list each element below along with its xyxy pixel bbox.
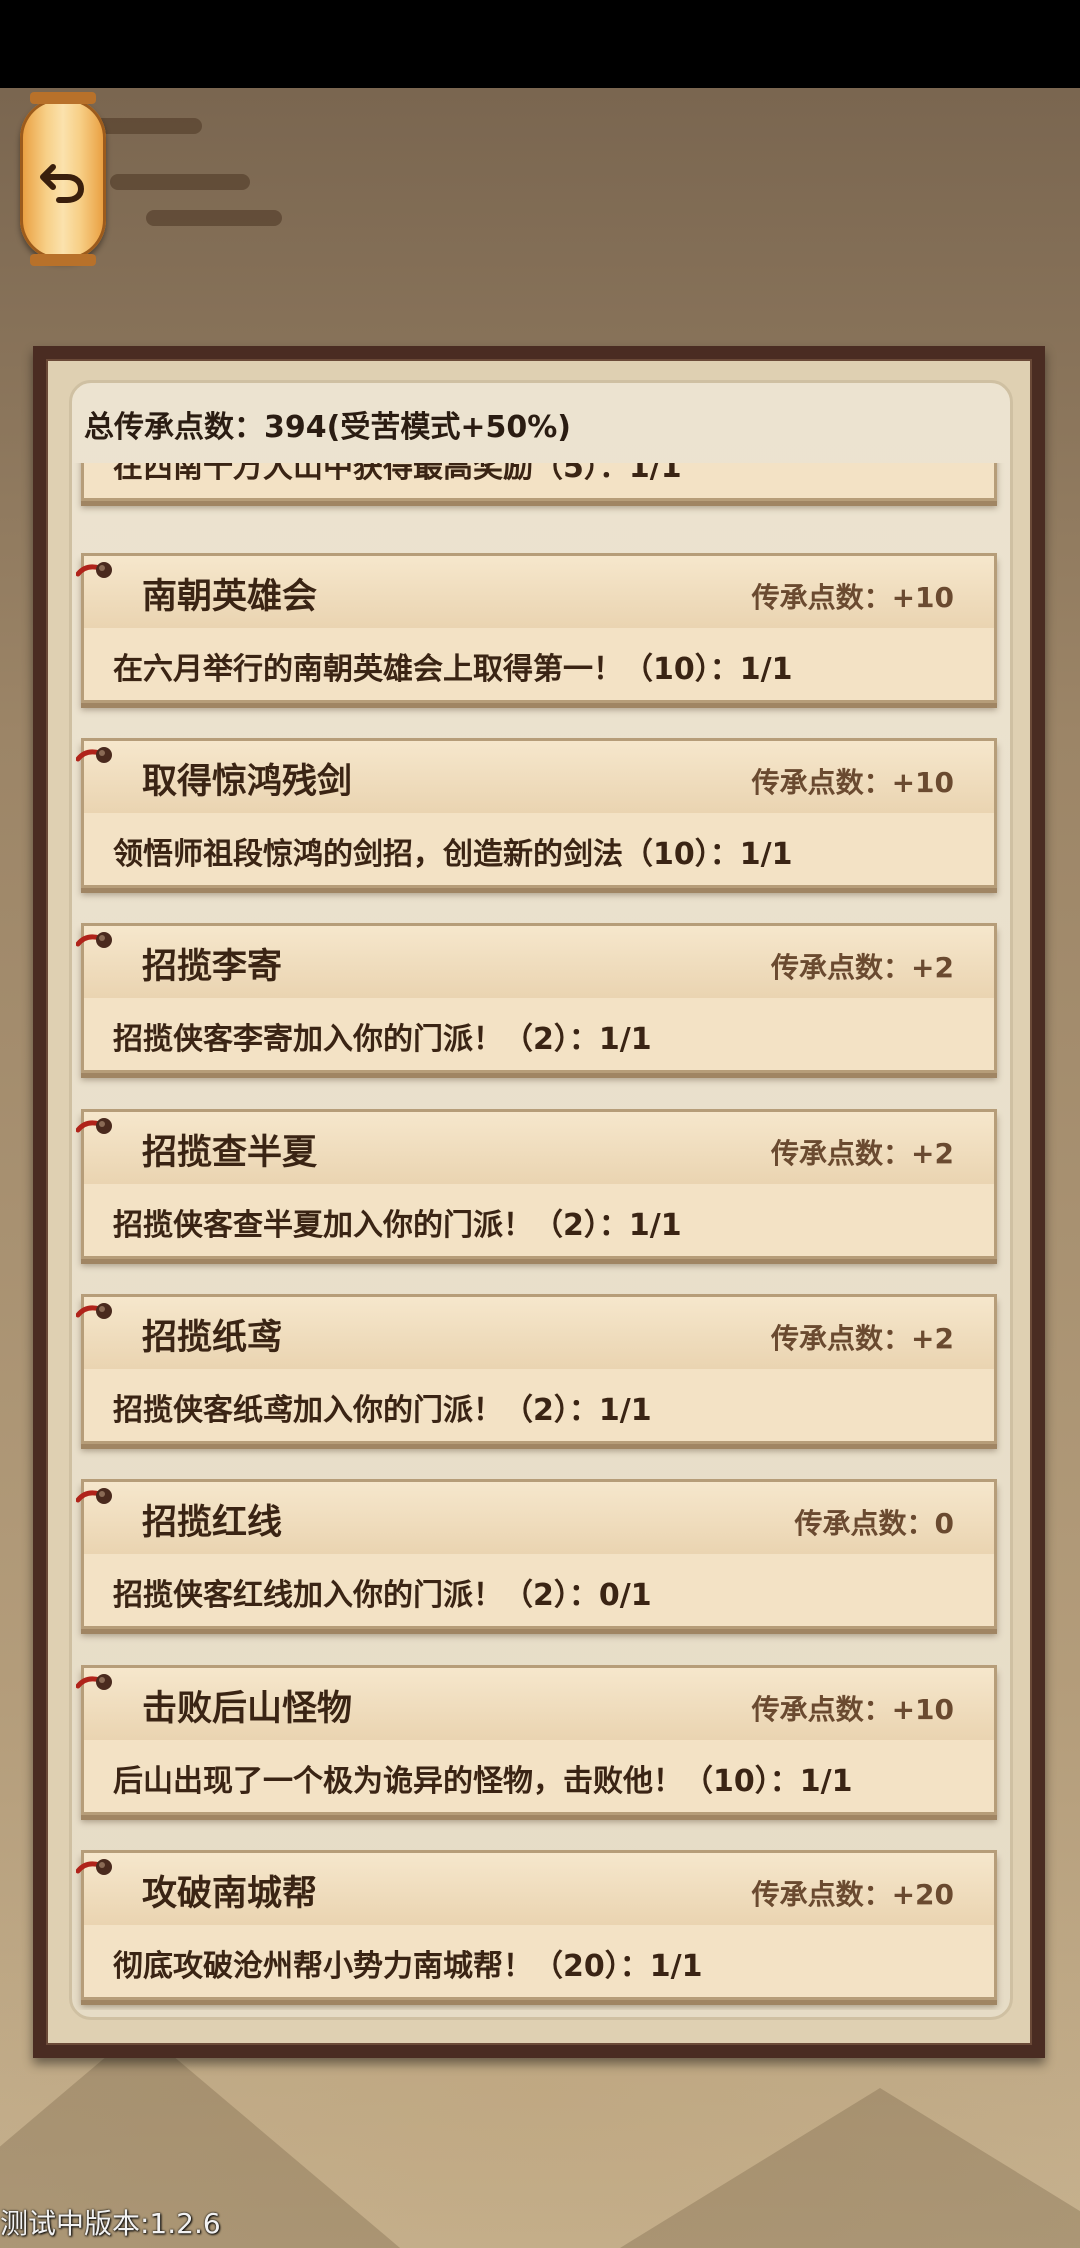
achievement-title: 招揽纸鸢 bbox=[142, 1318, 283, 1358]
achievement-card: 招揽纸鸢 传承点数：+2 招揽侠客纸鸢加入你的门派！（2）：1/1 bbox=[76, 1294, 997, 1444]
achievement-points: 传承点数：+10 bbox=[751, 1693, 954, 1726]
achievement-desc: 彻底攻破沧州帮小势力南城帮！（20）：1/1 bbox=[113, 1949, 703, 1984]
ribbon-pin-icon bbox=[76, 932, 112, 948]
achievement-card: 招揽查半夏 传承点数：+2 招揽侠客查半夏加入你的门派！（2）：1/1 bbox=[76, 1109, 997, 1259]
achievement-card: 取得惊鸿残剑 传承点数：+10 领悟师祖段惊鸿的剑招，创造新的剑法（10）：1/… bbox=[76, 738, 997, 888]
achievement-desc: 后山出现了一个极为诡异的怪物，击败他！（10）：1/1 bbox=[113, 1764, 853, 1799]
achievement-card: 在西南十万大山中获得最高奖励（5）：1/1 bbox=[81, 463, 997, 501]
back-button[interactable] bbox=[20, 92, 106, 266]
achievement-card: 攻破南城帮 传承点数：+20 彻底攻破沧州帮小势力南城帮！（20）：1/1 bbox=[76, 1850, 997, 2000]
ribbon-pin-icon bbox=[76, 1303, 112, 1319]
back-button-cap bbox=[30, 254, 96, 266]
achievement-title: 南朝英雄会 bbox=[142, 577, 318, 617]
ribbon-pin-icon bbox=[76, 1488, 112, 1504]
cloud-decoration bbox=[110, 174, 250, 190]
back-button-cap bbox=[30, 92, 96, 104]
achievement-card: 招揽红线 传承点数：0 招揽侠客红线加入你的门派！（2）：0/1 bbox=[76, 1479, 997, 1629]
ribbon-pin-icon bbox=[76, 1859, 112, 1875]
achievement-desc: 在六月举行的南朝英雄会上取得第一！（10）：1/1 bbox=[113, 652, 793, 687]
version-label: 测试中版本:1.2.6 bbox=[0, 2207, 221, 2240]
ribbon-pin-icon bbox=[76, 1118, 112, 1134]
mountain-decoration bbox=[620, 2088, 1080, 2248]
achievement-title: 击败后山怪物 bbox=[142, 1689, 353, 1729]
achievement-points: 传承点数：+2 bbox=[771, 951, 954, 984]
achievement-points: 传承点数：+10 bbox=[751, 766, 954, 799]
achievement-desc: 招揽侠客李寄加入你的门派！（2）：1/1 bbox=[113, 1022, 652, 1057]
achievement-points: 传承点数：+2 bbox=[771, 1137, 954, 1170]
ribbon-pin-icon bbox=[76, 747, 112, 763]
achievement-title: 招揽红线 bbox=[142, 1503, 283, 1543]
achievement-points: 传承点数：+2 bbox=[771, 1322, 954, 1355]
status-bar bbox=[0, 0, 1080, 88]
achievement-desc: 招揽侠客纸鸢加入你的门派！（2）：1/1 bbox=[113, 1393, 652, 1428]
achievement-card: 招揽李寄 传承点数：+2 招揽侠客李寄加入你的门派！（2）：1/1 bbox=[76, 923, 997, 1073]
achievement-desc: 在西南十万大山中获得最高奖励（5）：1/1 bbox=[113, 463, 682, 485]
achievement-title: 招揽查半夏 bbox=[142, 1133, 318, 1173]
ribbon-pin-icon bbox=[76, 1674, 112, 1690]
cloud-decoration bbox=[146, 210, 282, 226]
achievement-title: 取得惊鸿残剑 bbox=[142, 762, 353, 802]
achievement-card: 南朝英雄会 传承点数：+10 在六月举行的南朝英雄会上取得第一！（10）：1/1 bbox=[76, 553, 997, 703]
achievement-title: 招揽李寄 bbox=[142, 947, 283, 987]
achievement-desc: 招揽侠客查半夏加入你的门派！（2）：1/1 bbox=[113, 1208, 682, 1243]
total-points-label: 总传承点数：394(受苦模式+50%) bbox=[84, 410, 571, 445]
achievement-points: 传承点数：+20 bbox=[751, 1878, 954, 1911]
back-arrow-icon bbox=[35, 151, 91, 207]
achievement-card: 击败后山怪物 传承点数：+10 后山出现了一个极为诡异的怪物，击败他！（10）：… bbox=[76, 1665, 997, 1815]
achievement-desc: 招揽侠客红线加入你的门派！（2）：0/1 bbox=[113, 1578, 652, 1613]
achievement-list[interactable]: 在西南十万大山中获得最高奖励（5）：1/1 南朝英雄会 传承点数：+10 在六月… bbox=[69, 463, 1013, 2010]
achievement-title: 攻破南城帮 bbox=[142, 1874, 318, 1914]
ribbon-pin-icon bbox=[76, 562, 112, 578]
achievement-points: 传承点数：0 bbox=[794, 1507, 954, 1540]
achievement-points: 传承点数：+10 bbox=[751, 581, 954, 614]
achievement-desc: 领悟师祖段惊鸿的剑招，创造新的剑法（10）：1/1 bbox=[113, 837, 793, 872]
